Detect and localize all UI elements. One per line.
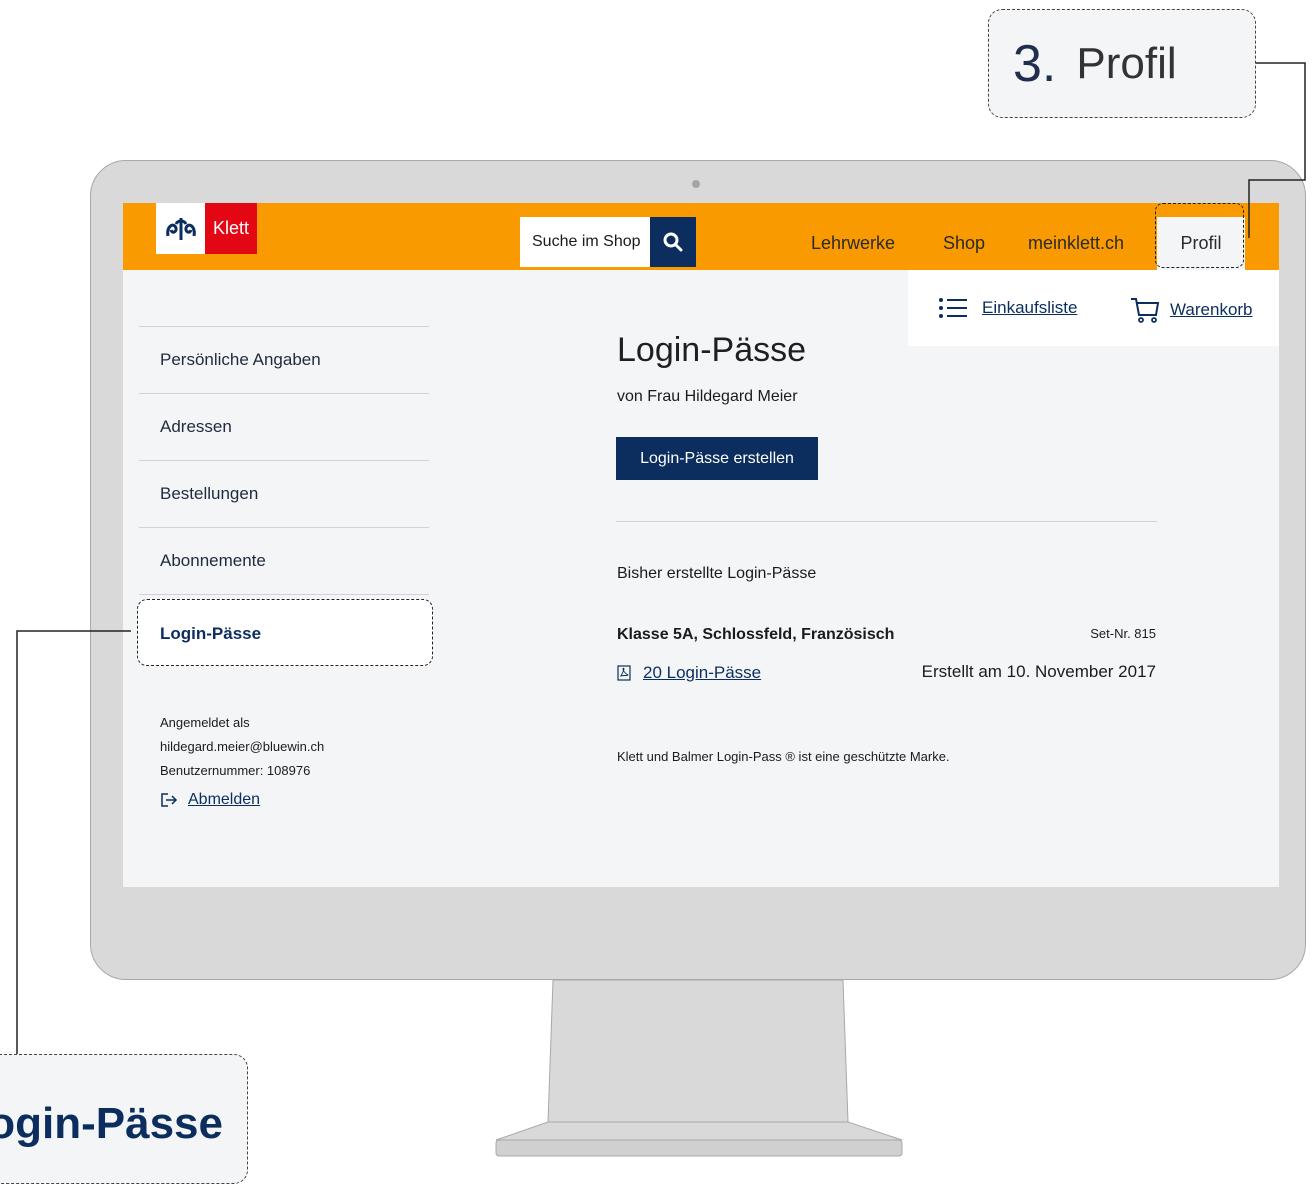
zoom-label: Login-Pässe [0, 1099, 223, 1148]
step-callout: 3. Profil [988, 9, 1256, 118]
callout-connectors [16, 62, 1306, 1058]
step-label: Profil [1076, 38, 1177, 88]
step-number: 3. [1013, 34, 1057, 93]
zoom-callout: Login-Pässe [0, 1054, 248, 1184]
